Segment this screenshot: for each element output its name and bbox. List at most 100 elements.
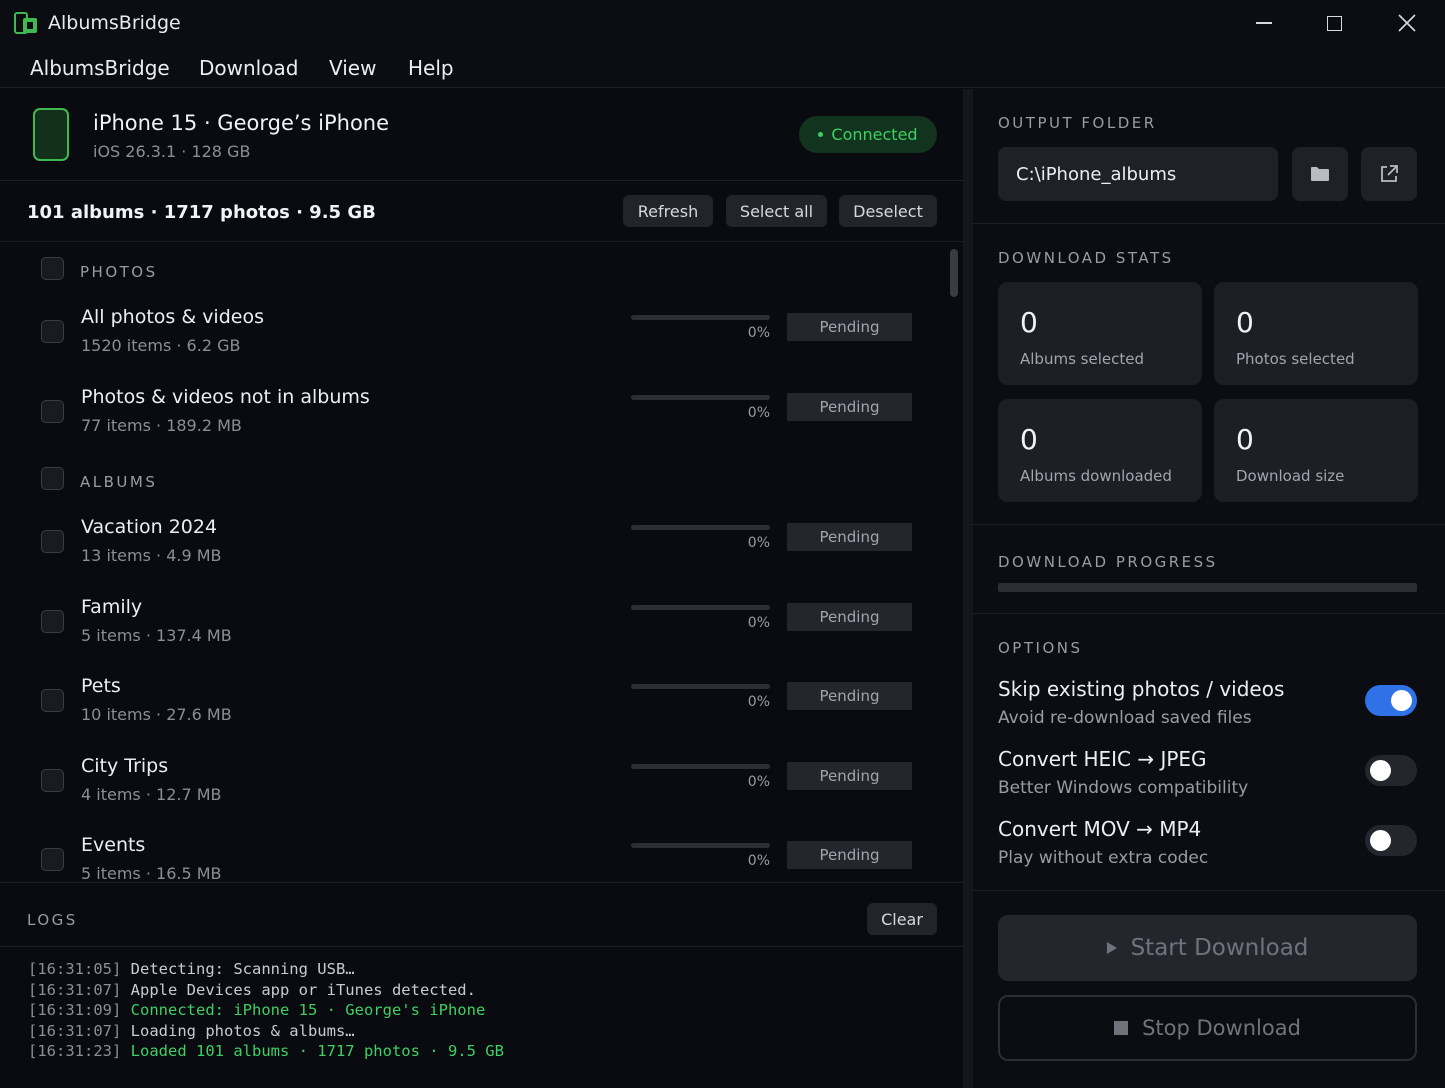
- item-progress-bar: [631, 684, 770, 689]
- start-download-label: Start Download: [1130, 935, 1309, 961]
- minimize-icon: [1256, 22, 1272, 24]
- list-item[interactable]: Events 5 items · 16.5 MB 0% Pending: [0, 827, 940, 883]
- download-stats-label: DOWNLOAD STATS: [998, 249, 1174, 267]
- item-status-badge: Pending: [787, 313, 912, 341]
- log-timestamp: [16:31:05]: [28, 960, 122, 978]
- maximize-icon: [1326, 15, 1342, 31]
- open-folder-button[interactable]: [1361, 147, 1417, 201]
- menu-bar: AlbumsBridge Download View Help: [0, 46, 1445, 88]
- section-albums: ALBUMS: [0, 457, 940, 497]
- menu-albumsbridge[interactable]: AlbumsBridge: [30, 56, 170, 80]
- item-details: 77 items · 189.2 MB: [81, 415, 242, 435]
- item-status-badge: Pending: [787, 602, 912, 631]
- option-toggle[interactable]: [1365, 825, 1417, 856]
- log-line: [16:31:07] Loading photos & albums…: [28, 1021, 948, 1042]
- phone-icon: [33, 108, 69, 161]
- close-button[interactable]: [1372, 0, 1442, 46]
- divider: [973, 223, 1445, 224]
- device-info: iOS 26.3.1 · 128 GB: [93, 142, 251, 161]
- option-toggle[interactable]: [1365, 755, 1417, 786]
- item-percent: 0%: [747, 614, 770, 631]
- stat-label: Albums selected: [1020, 350, 1144, 368]
- item-status-badge: Pending: [787, 392, 912, 421]
- item-status-badge: Pending: [787, 841, 912, 869]
- folder-icon: [1311, 167, 1329, 181]
- item-percent: 0%: [747, 404, 770, 421]
- item-progress-bar: [631, 843, 770, 848]
- item-checkbox[interactable]: [41, 399, 64, 423]
- logs-header: LOGS Clear: [0, 882, 963, 947]
- item-percent: 0%: [747, 773, 770, 790]
- close-icon: [1398, 14, 1416, 32]
- item-title: Pets: [81, 675, 121, 697]
- list-item[interactable]: Pets 10 items · 27.6 MB 0% Pending: [0, 668, 940, 740]
- list-item[interactable]: Vacation 2024 13 items · 4.9 MB 0% Pending: [0, 509, 940, 581]
- log-timestamp: [16:31:09]: [28, 1001, 122, 1019]
- maximize-button[interactable]: [1299, 0, 1369, 46]
- output-folder-label: OUTPUT FOLDER: [998, 114, 1157, 132]
- log-line: [16:31:07] Apple Devices app or iTunes d…: [28, 980, 948, 1001]
- option-title: Convert MOV → MP4: [998, 817, 1202, 841]
- item-progress-bar: [631, 604, 770, 610]
- stat-albums-selected: 0 Albums selected: [998, 282, 1202, 385]
- option-title: Skip existing photos / videos: [998, 677, 1285, 701]
- title-bar: AlbumsBridge: [0, 0, 1445, 46]
- toggle-knob: [1370, 760, 1391, 781]
- stop-icon: [1114, 1021, 1129, 1035]
- item-progress-bar: [631, 763, 770, 769]
- item-checkbox[interactable]: [41, 530, 64, 553]
- start-download-button[interactable]: Start Download: [998, 915, 1417, 981]
- item-title: All photos & videos: [81, 306, 264, 328]
- item-title: Events: [81, 834, 146, 856]
- item-checkbox[interactable]: [41, 768, 64, 792]
- section-photos-label: PHOTOS: [80, 263, 158, 281]
- list-scrollbar[interactable]: [950, 249, 958, 297]
- menu-view[interactable]: View: [329, 56, 376, 80]
- item-status-badge: Pending: [787, 761, 912, 790]
- library-summary: 101 albums · 1717 photos · 9.5 GB Refres…: [0, 181, 963, 242]
- status-dot-icon: [818, 132, 824, 137]
- item-checkbox[interactable]: [41, 689, 64, 712]
- log-timestamp: [16:31:07]: [28, 980, 122, 999]
- list-item[interactable]: All photos & videos 1520 items · 6.2 GB 0%…: [0, 299, 940, 371]
- item-status-badge: Pending: [787, 523, 912, 551]
- list-item[interactable]: Family 5 items · 137.4 MB 0% Pending: [0, 589, 940, 661]
- section-albums-checkbox[interactable]: [41, 467, 64, 490]
- list-item[interactable]: Photos & videos not in albums 77 items · …: [0, 379, 940, 451]
- settings-panel: OUTPUT FOLDER C:\iPhone_albums DOWNLOAD …: [973, 89, 1445, 1088]
- browse-folder-button[interactable]: [1292, 147, 1348, 201]
- section-photos: PHOTOS: [0, 247, 940, 287]
- log-message: Detecting: Scanning USB…: [130, 960, 355, 978]
- albums-panel: iPhone 15 · George’s iPhone iOS 26.3.1 ·…: [0, 89, 963, 1088]
- option-toggle[interactable]: [1365, 685, 1417, 716]
- divider: [973, 613, 1445, 614]
- item-details: 4 items · 12.7 MB: [81, 784, 222, 804]
- stat-photos-selected: 0 Photos selected: [1214, 282, 1418, 385]
- status-badge: Connected: [799, 116, 937, 153]
- device-header: iPhone 15 · George’s iPhone iOS 26.3.1 ·…: [0, 89, 963, 181]
- item-checkbox[interactable]: [41, 609, 64, 633]
- stat-value: 0: [1236, 423, 1254, 456]
- stat-value: 0: [1236, 306, 1254, 339]
- item-title: Vacation 2024: [81, 516, 218, 538]
- stat-value: 0: [1020, 306, 1038, 339]
- list-item[interactable]: City Trips 4 items · 12.7 MB 0% Pending: [0, 748, 940, 820]
- section-photos-checkbox[interactable]: [41, 257, 64, 280]
- refresh-button[interactable]: Refresh: [623, 195, 713, 227]
- item-checkbox[interactable]: [41, 848, 64, 871]
- select-all-button[interactable]: Select all: [726, 195, 827, 227]
- stop-download-button[interactable]: Stop Download: [998, 995, 1417, 1061]
- output-folder-field[interactable]: C:\iPhone_albums: [998, 147, 1278, 201]
- clear-logs-button[interactable]: Clear: [867, 903, 937, 935]
- menu-download[interactable]: Download: [199, 56, 298, 80]
- item-percent: 0%: [747, 325, 770, 341]
- minimize-button[interactable]: [1229, 0, 1299, 46]
- stat-label: Photos selected: [1236, 350, 1355, 368]
- device-name: iPhone 15 · George’s iPhone: [93, 111, 390, 135]
- window-title: AlbumsBridge: [48, 12, 181, 34]
- deselect-button[interactable]: Deselect: [839, 195, 937, 227]
- menu-help[interactable]: Help: [408, 56, 454, 80]
- external-link-icon: [1381, 165, 1398, 182]
- panel-splitter[interactable]: [963, 89, 973, 1088]
- item-checkbox[interactable]: [41, 320, 64, 343]
